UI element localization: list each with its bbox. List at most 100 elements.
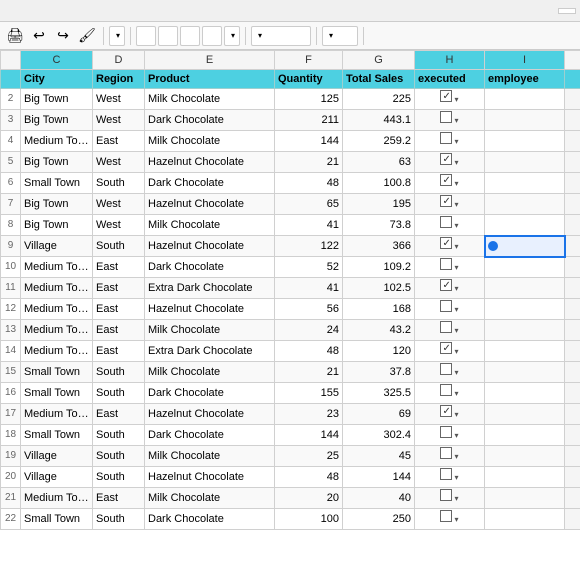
dropdown-arrow-icon[interactable]: ▾ <box>454 179 458 188</box>
print-icon[interactable]: 🖨 <box>4 25 26 47</box>
cell-total-sales[interactable]: 325.5 <box>343 383 415 404</box>
cell-total-sales[interactable]: 302.4 <box>343 425 415 446</box>
cell-city[interactable]: Small Town <box>21 425 93 446</box>
cell-executed[interactable]: ▾ <box>415 173 485 194</box>
paint-format-icon[interactable]: 🖌 <box>76 25 98 47</box>
cell-product[interactable]: Hazelnut Chocolate <box>145 299 275 320</box>
cell-region[interactable]: South <box>93 362 145 383</box>
cell-quantity[interactable]: 122 <box>275 236 343 257</box>
cell-city[interactable]: Medium Town <box>21 404 93 425</box>
header-product[interactable]: Product <box>145 70 275 89</box>
cell-employee[interactable] <box>485 362 565 383</box>
cell-region[interactable]: South <box>93 383 145 404</box>
dropdown-arrow-icon[interactable]: ▾ <box>454 368 458 377</box>
font-selector[interactable]: ▾ <box>251 26 311 46</box>
cell-product[interactable]: Milk Chocolate <box>145 446 275 467</box>
zoom-selector[interactable]: ▾ <box>109 26 125 46</box>
cell-executed[interactable]: ▾ <box>415 89 485 110</box>
cell-city[interactable]: Village <box>21 446 93 467</box>
cell-region[interactable]: East <box>93 278 145 299</box>
col-header-D[interactable]: D <box>93 51 145 70</box>
cell-total-sales[interactable]: 168 <box>343 299 415 320</box>
cell-employee[interactable] <box>485 257 565 278</box>
cell-employee[interactable] <box>485 89 565 110</box>
dropdown-arrow-icon[interactable]: ▾ <box>454 389 458 398</box>
checkbox-executed[interactable] <box>440 174 452 186</box>
cell-total-sales[interactable]: 250 <box>343 509 415 530</box>
checkbox-executed[interactable] <box>440 153 452 165</box>
cell-total-sales[interactable]: 40 <box>343 488 415 509</box>
col-header-E[interactable]: E <box>145 51 275 70</box>
dropdown-arrow-icon[interactable]: ▾ <box>454 473 458 482</box>
checkbox-executed[interactable] <box>440 279 452 291</box>
cell-quantity[interactable]: 21 <box>275 152 343 173</box>
checkbox-executed[interactable] <box>440 426 452 438</box>
cell-executed[interactable]: ▾ <box>415 488 485 509</box>
dropdown-arrow-icon[interactable]: ▾ <box>454 137 458 146</box>
checkbox-executed[interactable] <box>440 363 452 375</box>
cell-quantity[interactable]: 21 <box>275 362 343 383</box>
col-header-I[interactable]: I <box>485 51 565 70</box>
cell-quantity[interactable]: 65 <box>275 194 343 215</box>
cell-employee[interactable] <box>485 509 565 530</box>
checkbox-executed[interactable] <box>440 216 452 228</box>
cell-city[interactable]: Small Town <box>21 383 93 404</box>
cell-region[interactable]: East <box>93 341 145 362</box>
cell-region[interactable]: South <box>93 509 145 530</box>
cell-total-sales[interactable]: 73.8 <box>343 215 415 236</box>
cell-employee[interactable] <box>485 194 565 215</box>
undo-icon[interactable]: ↩ <box>28 25 50 47</box>
cell-city[interactable]: Medium Town <box>21 131 93 152</box>
cell-employee[interactable] <box>485 173 565 194</box>
dropdown-arrow-icon[interactable]: ▾ <box>454 494 458 503</box>
cell-quantity[interactable]: 56 <box>275 299 343 320</box>
cell-executed[interactable]: ▾ <box>415 278 485 299</box>
cell-region[interactable]: South <box>93 425 145 446</box>
cell-employee[interactable] <box>485 467 565 488</box>
cell-region[interactable]: East <box>93 299 145 320</box>
cell-product[interactable]: Milk Chocolate <box>145 215 275 236</box>
cell-executed[interactable]: ▾ <box>415 131 485 152</box>
cell-total-sales[interactable]: 63 <box>343 152 415 173</box>
cell-executed[interactable]: ▾ <box>415 236 485 257</box>
cell-total-sales[interactable]: 100.8 <box>343 173 415 194</box>
cell-city[interactable]: Big Town <box>21 89 93 110</box>
cell-product[interactable]: Hazelnut Chocolate <box>145 236 275 257</box>
checkbox-executed[interactable] <box>440 510 452 522</box>
cell-city[interactable]: Medium Town <box>21 320 93 341</box>
cell-executed[interactable]: ▾ <box>415 341 485 362</box>
cell-region[interactable]: South <box>93 173 145 194</box>
cell-employee[interactable] <box>485 131 565 152</box>
cell-quantity[interactable]: 155 <box>275 383 343 404</box>
cell-product[interactable]: Dark Chocolate <box>145 383 275 404</box>
cell-product[interactable]: Milk Chocolate <box>145 131 275 152</box>
cell-product[interactable]: Extra Dark Chocolate <box>145 341 275 362</box>
cell-employee[interactable] <box>485 278 565 299</box>
cell-quantity[interactable]: 52 <box>275 257 343 278</box>
dropdown-arrow-icon[interactable]: ▾ <box>454 242 458 251</box>
dropdown-arrow-icon[interactable]: ▾ <box>454 326 458 335</box>
cell-executed[interactable]: ▾ <box>415 362 485 383</box>
checkbox-executed[interactable] <box>440 237 452 249</box>
cell-region[interactable]: West <box>93 152 145 173</box>
cell-quantity[interactable]: 48 <box>275 341 343 362</box>
cell-city[interactable]: Big Town <box>21 152 93 173</box>
header-region[interactable]: Region <box>93 70 145 89</box>
cell-total-sales[interactable]: 120 <box>343 341 415 362</box>
cell-city[interactable]: Big Town <box>21 215 93 236</box>
checkbox-executed[interactable] <box>440 132 452 144</box>
cell-executed[interactable]: ▾ <box>415 404 485 425</box>
cell-executed[interactable]: ▾ <box>415 215 485 236</box>
cell-executed[interactable]: ▾ <box>415 467 485 488</box>
cell-city[interactable]: Small Town <box>21 173 93 194</box>
cell-total-sales[interactable]: 109.2 <box>343 257 415 278</box>
cell-executed[interactable]: ▾ <box>415 383 485 404</box>
cell-city[interactable]: Medium Town <box>21 299 93 320</box>
cell-total-sales[interactable]: 225 <box>343 89 415 110</box>
cell-total-sales[interactable]: 102.5 <box>343 278 415 299</box>
cell-quantity[interactable]: 23 <box>275 404 343 425</box>
checkbox-executed[interactable] <box>440 447 452 459</box>
cell-employee[interactable] <box>485 299 565 320</box>
decimal-inc-button[interactable] <box>202 26 222 46</box>
cell-product[interactable]: Dark Chocolate <box>145 425 275 446</box>
